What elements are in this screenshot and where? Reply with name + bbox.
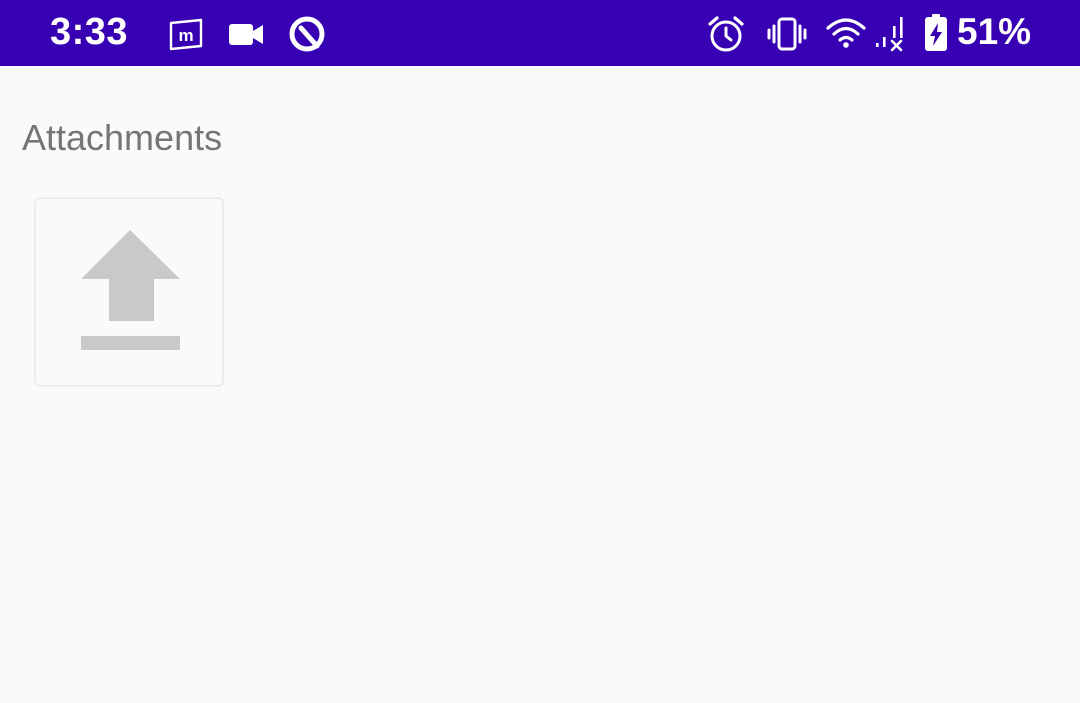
status-time: 3:33	[50, 11, 129, 53]
battery-charging-icon	[916, 14, 956, 54]
wifi-icon	[826, 14, 866, 54]
app-notification-icon	[287, 14, 327, 54]
video-camera-icon	[226, 14, 266, 54]
battery-percentage: 51%	[957, 11, 1032, 52]
vibrate-icon	[767, 14, 807, 54]
attachments-title: Attachments	[22, 117, 223, 158]
alarm-clock-icon	[706, 14, 746, 54]
upload-attachment-button[interactable]	[34, 197, 224, 387]
moneycontrol-app-icon: m	[166, 14, 206, 54]
mobile-signal-no-service-icon	[870, 14, 910, 54]
upload-icon	[81, 230, 180, 350]
status-bar: 3:33 m 51%	[0, 0, 1080, 66]
svg-text:m: m	[178, 26, 193, 45]
